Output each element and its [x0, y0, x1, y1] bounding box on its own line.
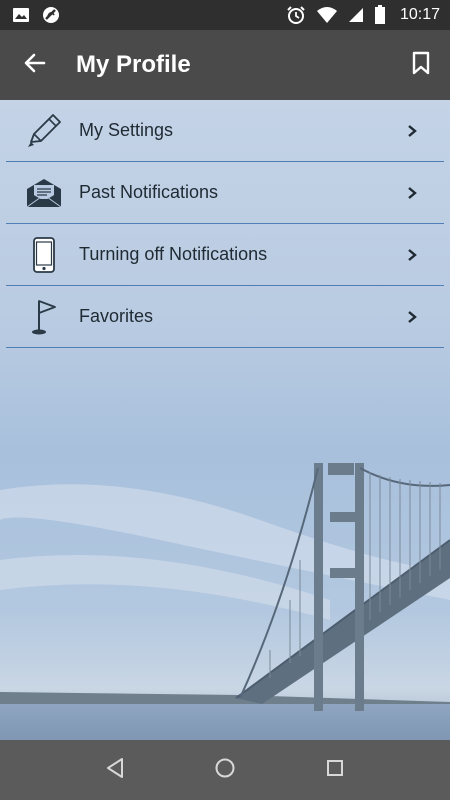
menu-item-past-notifications[interactable]: Past Notifications — [6, 162, 444, 224]
battery-icon — [374, 5, 386, 25]
menu-item-label: Past Notifications — [79, 182, 219, 202]
chevron-right-icon — [406, 186, 418, 200]
nav-home-button[interactable] — [205, 750, 245, 790]
recents-square-icon — [325, 758, 345, 782]
phone-icon — [24, 235, 64, 275]
back-triangle-icon — [105, 757, 125, 783]
bookmark-icon — [411, 51, 431, 79]
app-bar: My Profile — [0, 30, 450, 100]
signal-icon — [348, 7, 364, 23]
bookmark-button[interactable] — [406, 50, 436, 80]
nav-back-button[interactable] — [95, 750, 135, 790]
menu-item-favorites[interactable]: Favorites — [6, 286, 444, 348]
status-bar: 10:17 — [0, 0, 450, 30]
profile-menu: My Settings Past Notifications Turning o… — [0, 100, 450, 348]
home-circle-icon — [214, 757, 236, 783]
envelope-icon — [24, 173, 64, 213]
image-icon — [12, 6, 30, 24]
status-time: 10:17 — [399, 6, 440, 23]
menu-item-turning-off-notifications[interactable]: Turning off Notifications — [6, 224, 444, 286]
menu-item-label: Favorites — [79, 306, 154, 326]
menu-item-label: Turning off Notifications — [79, 244, 268, 264]
navigation-bar — [0, 740, 450, 800]
wifi-icon — [316, 6, 338, 24]
status-right: 10:17 — [286, 5, 440, 25]
arrow-left-icon — [23, 51, 47, 79]
chevron-right-icon — [406, 310, 418, 324]
back-button[interactable] — [20, 50, 50, 80]
page-title: My Profile — [76, 51, 191, 78]
menu-item-label: My Settings — [79, 120, 174, 140]
nav-recents-button[interactable] — [315, 750, 355, 790]
status-left — [12, 6, 60, 24]
flag-icon — [24, 297, 64, 337]
circle-slash-icon — [42, 6, 60, 24]
screen: 10:17 My Profile My Settings Past Notifi… — [0, 0, 450, 800]
chevron-right-icon — [406, 248, 418, 262]
pencil-icon — [24, 111, 64, 151]
alarm-icon — [286, 5, 306, 25]
profile-content: My Settings Past Notifications Turning o… — [0, 100, 450, 740]
chevron-right-icon — [406, 124, 418, 138]
menu-item-my-settings[interactable]: My Settings — [6, 100, 444, 162]
